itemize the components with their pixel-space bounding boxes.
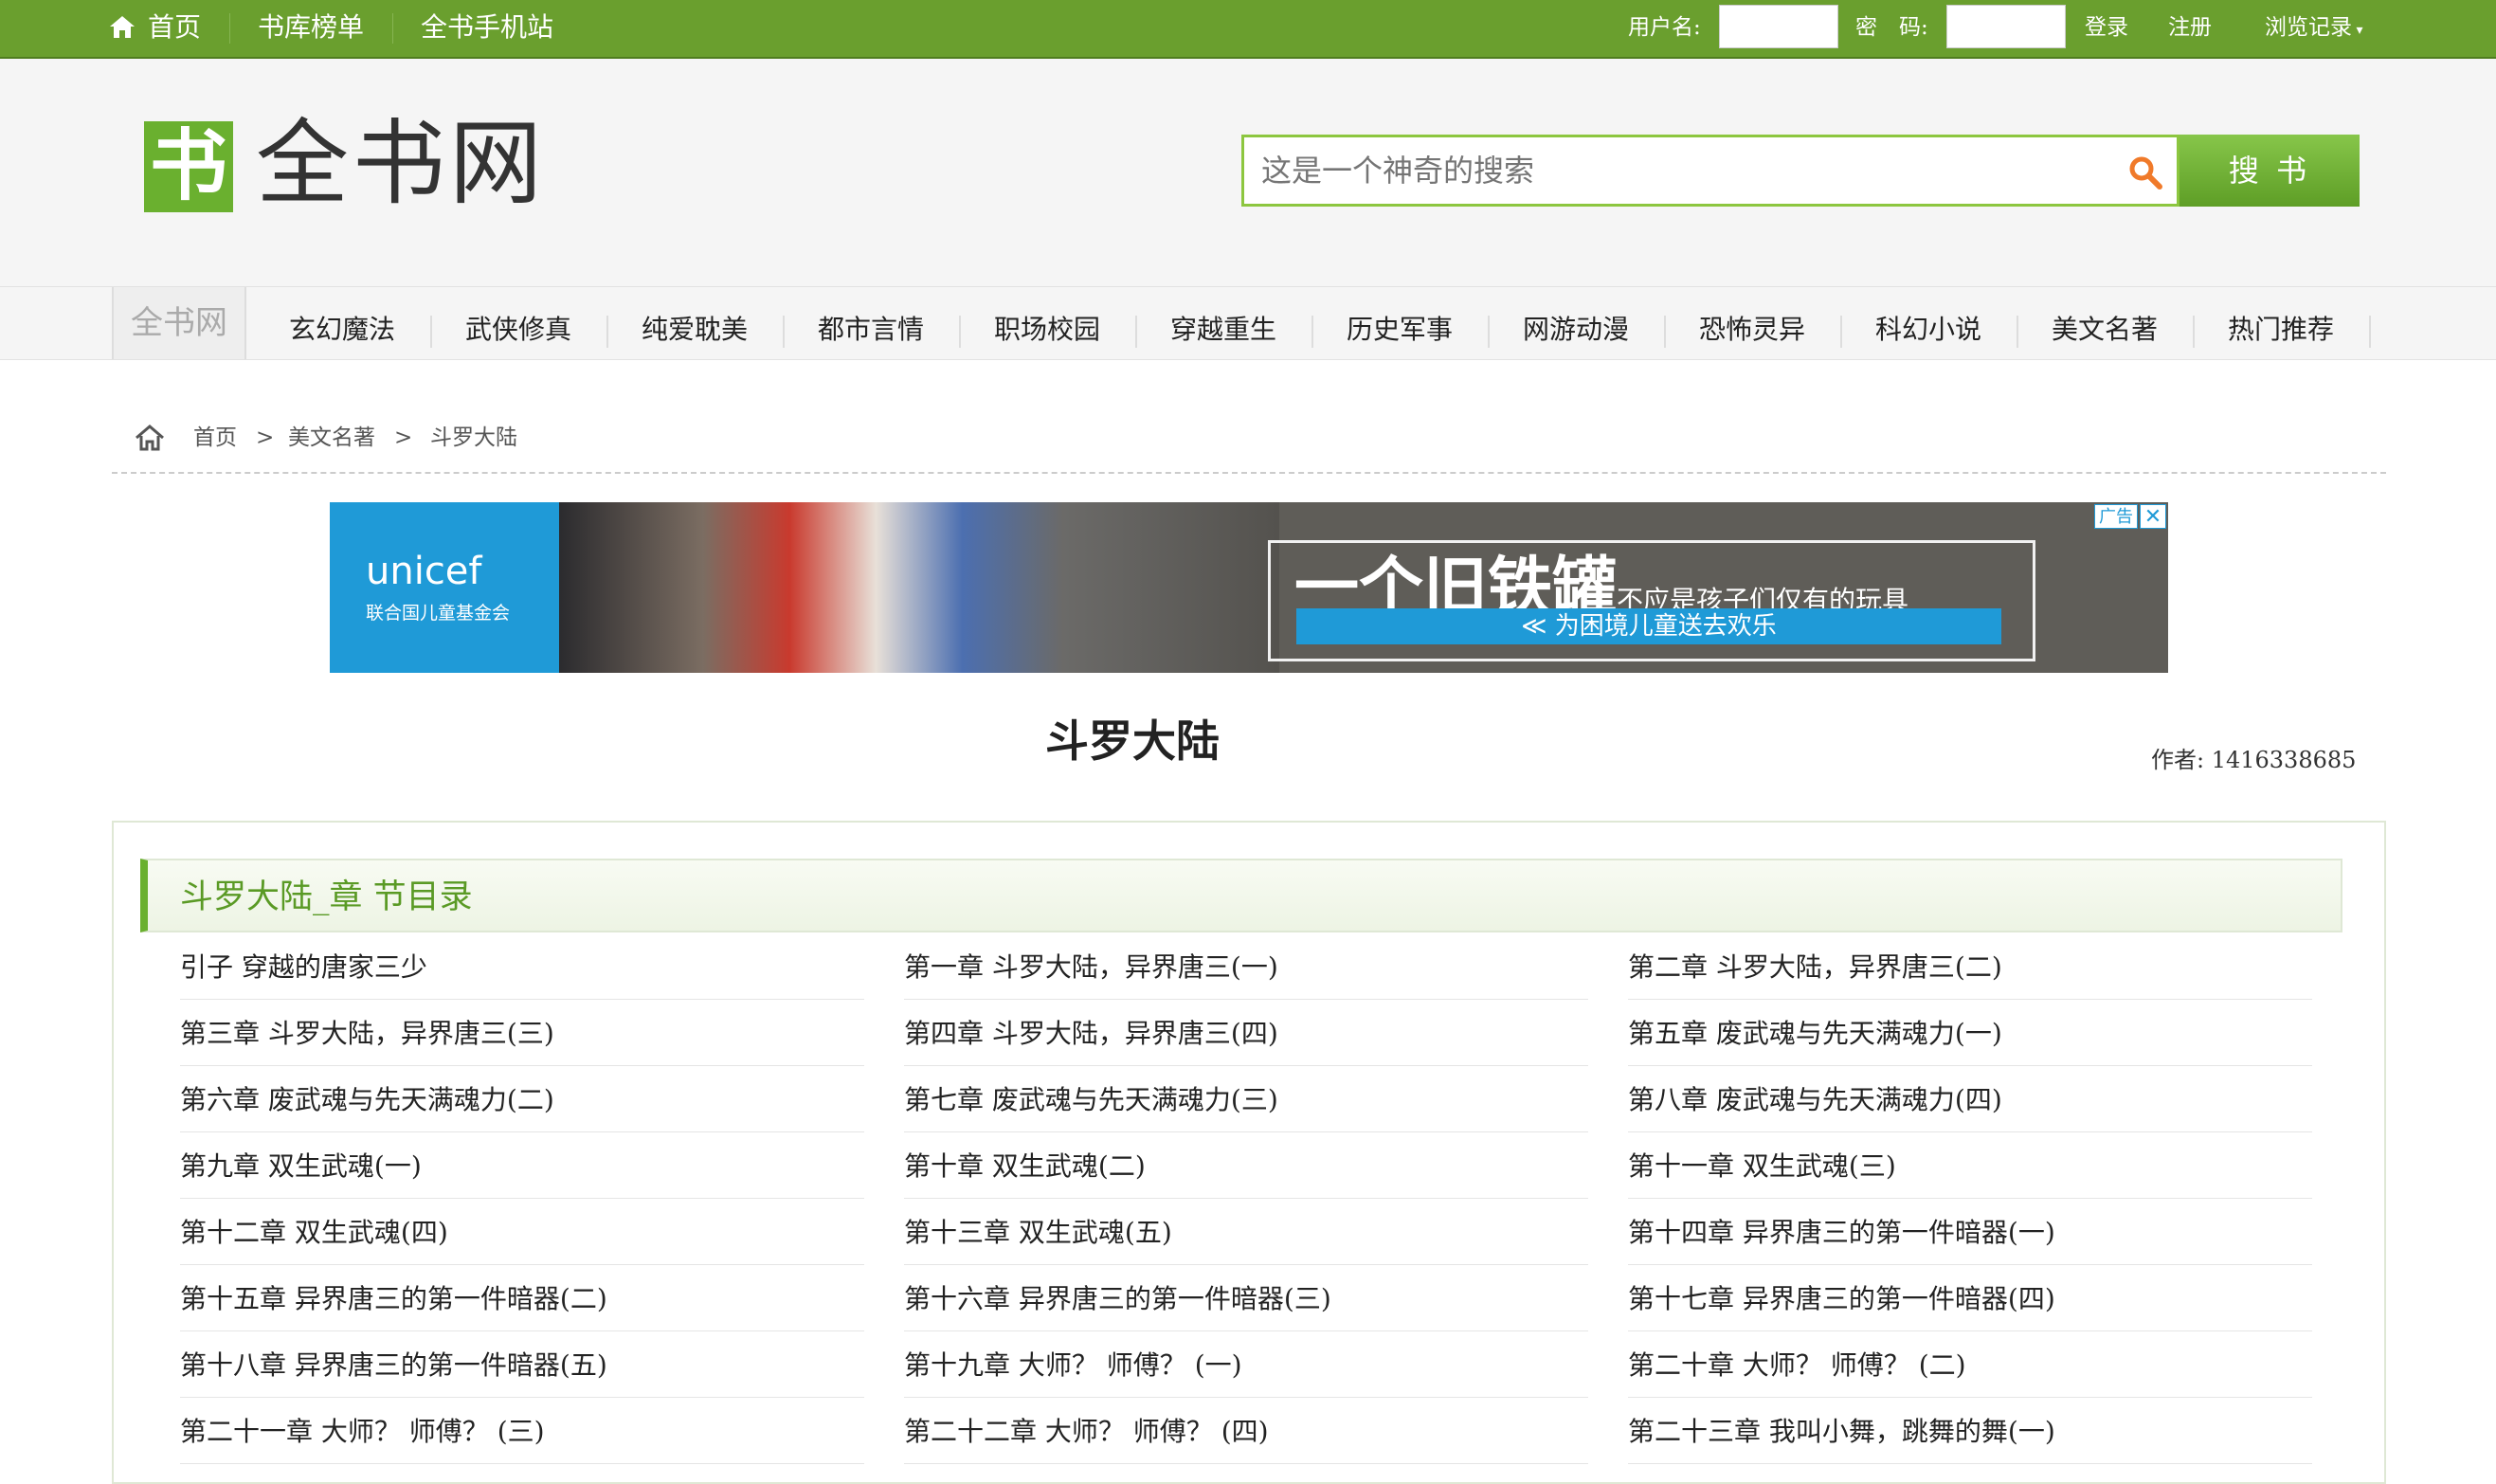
top-bar: 首页 书库榜单 全书手机站 用户名: 密 码: 登录 注册 浏览记录 ▾ bbox=[0, 0, 2496, 59]
nav-item-campus[interactable]: 职场校园 bbox=[959, 287, 1135, 359]
chapter-link[interactable]: 第二章 斗罗大陆，异界唐三(二) bbox=[1628, 932, 2312, 1000]
site-logo[interactable]: 书 全书网 bbox=[112, 99, 557, 250]
nav-item-history[interactable]: 历史军事 bbox=[1311, 287, 1488, 359]
nav-item-wuxia[interactable]: 武侠修真 bbox=[430, 287, 606, 359]
username-label: 用户名: bbox=[1628, 15, 1701, 40]
top-link-mobile[interactable]: 全书手机站 bbox=[421, 0, 553, 57]
chapter-link[interactable]: 第九章 双生武魂(一) bbox=[180, 1131, 864, 1199]
site-header: 书 全书网 搜 书 bbox=[0, 59, 2496, 286]
password-input[interactable] bbox=[1946, 5, 2066, 48]
nav-item-scifi[interactable]: 科幻小说 bbox=[1840, 287, 2017, 359]
chapter-link[interactable]: 第十六章 异界唐三的第一件暗器(三) bbox=[904, 1264, 1588, 1331]
chapter-link[interactable]: 引子 穿越的唐家三少 bbox=[180, 932, 864, 1000]
chapter-link[interactable]: 第四章 斗罗大陆，异界唐三(四) bbox=[904, 999, 1588, 1066]
chapter-link[interactable]: 第十四章 异界唐三的第一件暗器(一) bbox=[1628, 1198, 2312, 1265]
nav-item-popular[interactable]: 热门推荐 bbox=[2193, 287, 2369, 359]
breadcrumb-separator: > bbox=[256, 425, 275, 450]
divider bbox=[2369, 316, 2371, 348]
breadcrumb-separator: > bbox=[394, 425, 413, 450]
home-icon[interactable] bbox=[108, 13, 136, 40]
logo-mark: 书 bbox=[144, 121, 233, 212]
chapter-link[interactable]: 第十一章 双生武魂(三) bbox=[1628, 1131, 2312, 1199]
divider bbox=[229, 13, 230, 44]
nav-item-horror[interactable]: 恐怖灵异 bbox=[1664, 287, 1840, 359]
password-label: 密 码: bbox=[1855, 15, 1928, 40]
chapter-link[interactable]: 第六章 废武魂与先天满魂力(二) bbox=[180, 1065, 864, 1132]
username-input[interactable] bbox=[1719, 5, 1838, 48]
close-icon[interactable]: ✕ bbox=[2140, 504, 2166, 529]
nav-item-time-travel[interactable]: 穿越重生 bbox=[1135, 287, 1311, 359]
chapter-link[interactable]: 第八章 废武魂与先天满魂力(四) bbox=[1628, 1065, 2312, 1132]
book-author: 作者: 1416338685 bbox=[2151, 747, 2357, 773]
chapter-link[interactable]: 第二十章 大师？ 师傅？ (二) bbox=[1628, 1330, 2312, 1398]
history-dropdown[interactable]: 浏览记录 ▾ bbox=[2265, 0, 2362, 57]
register-link[interactable]: 注册 bbox=[2168, 0, 2212, 57]
chapter-list-heading: 斗罗大陆_章 节目录 bbox=[180, 878, 473, 916]
chapter-link[interactable]: 第三章 斗罗大陆，异界唐三(三) bbox=[180, 999, 864, 1066]
ad-banner[interactable]: unicef 联合国儿童基金会 一个旧铁罐不应是孩子们仅有的玩具 ≪ 为困境儿童… bbox=[330, 502, 2168, 673]
chapter-link[interactable]: 第十九章 大师？ 师傅？ (一) bbox=[904, 1330, 1588, 1398]
nav-item-bl[interactable]: 纯爱耽美 bbox=[606, 287, 783, 359]
book-title: 斗罗大陆 bbox=[1045, 715, 1220, 767]
divider bbox=[112, 472, 2386, 474]
chapter-link[interactable]: 第一章 斗罗大陆，异界唐三(一) bbox=[904, 932, 1588, 1000]
top-home-link[interactable]: 首页 bbox=[148, 0, 201, 57]
chapter-link[interactable]: 第二十三章 我叫小舞，跳舞的舞(一) bbox=[1628, 1397, 2312, 1464]
chapter-link[interactable]: 第二十一章 大师？ 师傅？ (三) bbox=[180, 1397, 864, 1464]
divider bbox=[392, 13, 393, 44]
ad-cta[interactable]: ≪ 为困境儿童送去欢乐 bbox=[1296, 608, 2001, 644]
chapter-link[interactable]: 第五章 废武魂与先天满魂力(一) bbox=[1628, 999, 2312, 1066]
top-link-rankings[interactable]: 书库榜单 bbox=[258, 0, 364, 57]
chapter-link[interactable]: 第十八章 异界唐三的第一件暗器(五) bbox=[180, 1330, 864, 1398]
chapter-link[interactable]: 第十五章 异界唐三的第一件暗器(二) bbox=[180, 1264, 864, 1331]
nav-item-classics[interactable]: 美文名著 bbox=[2017, 287, 2193, 359]
nav-item-urban[interactable]: 都市言情 bbox=[783, 287, 959, 359]
breadcrumb-current: 斗罗大陆 bbox=[430, 425, 517, 450]
ad-brand: unicef bbox=[366, 550, 482, 593]
history-label: 浏览记录 bbox=[2265, 15, 2352, 40]
chapter-link[interactable]: 第十章 双生武魂(二) bbox=[904, 1131, 1588, 1199]
breadcrumb-category[interactable]: 美文名著 bbox=[288, 417, 375, 459]
breadcrumb-home[interactable]: 首页 bbox=[193, 417, 237, 459]
chapter-link[interactable]: 第十三章 双生武魂(五) bbox=[904, 1198, 1588, 1265]
chapter-link[interactable]: 第十七章 异界唐三的第一件暗器(四) bbox=[1628, 1264, 2312, 1331]
ad-photo bbox=[559, 502, 1279, 673]
chevron-down-icon: ▾ bbox=[2352, 23, 2363, 38]
chapter-link[interactable]: 第十二章 双生武魂(四) bbox=[180, 1198, 864, 1265]
search-icon[interactable] bbox=[2127, 154, 2163, 190]
category-nav: 全书网 玄幻魔法 武侠修真 纯爱耽美 都市言情 职场校园 穿越重生 历史军事 网… bbox=[0, 286, 2496, 360]
ad-tag: 广告 bbox=[2094, 504, 2138, 529]
login-link[interactable]: 登录 bbox=[2085, 0, 2128, 57]
search-button[interactable]: 搜 书 bbox=[2179, 135, 2360, 207]
logo-text: 全书网 bbox=[256, 110, 547, 218]
chapter-link[interactable]: 第二十二章 大师？ 师傅？ (四) bbox=[904, 1397, 1588, 1464]
ad-brand-panel: unicef 联合国儿童基金会 bbox=[330, 502, 559, 673]
search-input[interactable] bbox=[1244, 137, 2097, 204]
nav-item-fantasy[interactable]: 玄幻魔法 bbox=[254, 287, 430, 359]
nav-item-game[interactable]: 网游动漫 bbox=[1488, 287, 1664, 359]
home-icon[interactable] bbox=[133, 423, 167, 453]
chapter-link[interactable]: 第七章 废武魂与先天满魂力(三) bbox=[904, 1065, 1588, 1132]
ad-brand-sub: 联合国儿童基金会 bbox=[366, 603, 511, 624]
nav-home[interactable]: 全书网 bbox=[112, 287, 246, 359]
search-box bbox=[1241, 135, 2179, 207]
